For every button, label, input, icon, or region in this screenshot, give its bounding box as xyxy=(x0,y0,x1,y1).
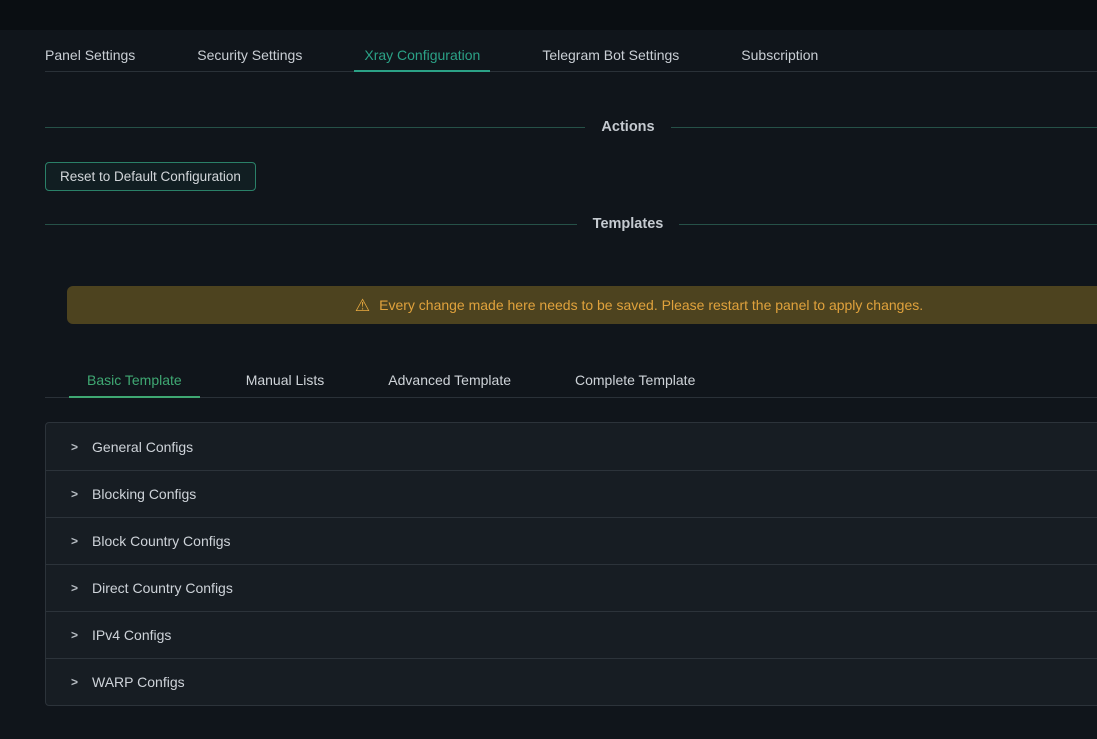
restart-warning-banner: ⚠ Every change made here needs to be sav… xyxy=(67,286,1097,324)
accordion-label: WARP Configs xyxy=(92,674,185,690)
accordion-general-configs[interactable]: > General Configs xyxy=(46,423,1097,470)
tab-xray-configuration[interactable]: Xray Configuration xyxy=(364,39,480,71)
accordion-direct-country-configs[interactable]: > Direct Country Configs xyxy=(46,564,1097,611)
chevron-right-icon: > xyxy=(71,676,78,688)
config-accordion: > General Configs > Blocking Configs > B… xyxy=(45,422,1097,706)
accordion-label: IPv4 Configs xyxy=(92,627,171,643)
actions-divider-label: Actions xyxy=(601,119,654,135)
actions-divider: Actions xyxy=(45,119,1097,135)
accordion-ipv4-configs[interactable]: > IPv4 Configs xyxy=(46,611,1097,658)
template-tabs: Basic Template Manual Lists Advanced Tem… xyxy=(45,363,1097,398)
warning-triangle-icon: ⚠ xyxy=(355,297,370,314)
chevron-right-icon: > xyxy=(71,441,78,453)
tab-manual-lists[interactable]: Manual Lists xyxy=(246,363,325,397)
accordion-block-country-configs[interactable]: > Block Country Configs xyxy=(46,517,1097,564)
tab-complete-template[interactable]: Complete Template xyxy=(575,363,695,397)
templates-divider-label: Templates xyxy=(593,216,664,232)
top-bar xyxy=(0,0,1097,30)
chevron-right-icon: > xyxy=(71,582,78,594)
chevron-right-icon: > xyxy=(71,488,78,500)
tab-advanced-template[interactable]: Advanced Template xyxy=(388,363,511,397)
chevron-right-icon: > xyxy=(71,629,78,641)
tab-security-settings[interactable]: Security Settings xyxy=(197,39,302,71)
accordion-label: General Configs xyxy=(92,439,193,455)
accordion-warp-configs[interactable]: > WARP Configs xyxy=(46,658,1097,705)
tab-panel-settings[interactable]: Panel Settings xyxy=(45,39,135,71)
tab-telegram-bot-settings[interactable]: Telegram Bot Settings xyxy=(542,39,679,71)
chevron-right-icon: > xyxy=(71,535,78,547)
accordion-label: Block Country Configs xyxy=(92,533,231,549)
main-content: Panel Settings Security Settings Xray Co… xyxy=(45,39,1097,706)
accordion-label: Direct Country Configs xyxy=(92,580,233,596)
settings-tabs: Panel Settings Security Settings Xray Co… xyxy=(45,39,1097,72)
warning-banner-text: Every change made here needs to be saved… xyxy=(379,297,923,313)
accordion-label: Blocking Configs xyxy=(92,486,196,502)
tab-basic-template[interactable]: Basic Template xyxy=(87,363,182,397)
templates-divider: Templates xyxy=(45,216,1097,232)
tab-subscription[interactable]: Subscription xyxy=(741,39,818,71)
reset-default-config-button[interactable]: Reset to Default Configuration xyxy=(45,162,256,191)
accordion-blocking-configs[interactable]: > Blocking Configs xyxy=(46,470,1097,517)
